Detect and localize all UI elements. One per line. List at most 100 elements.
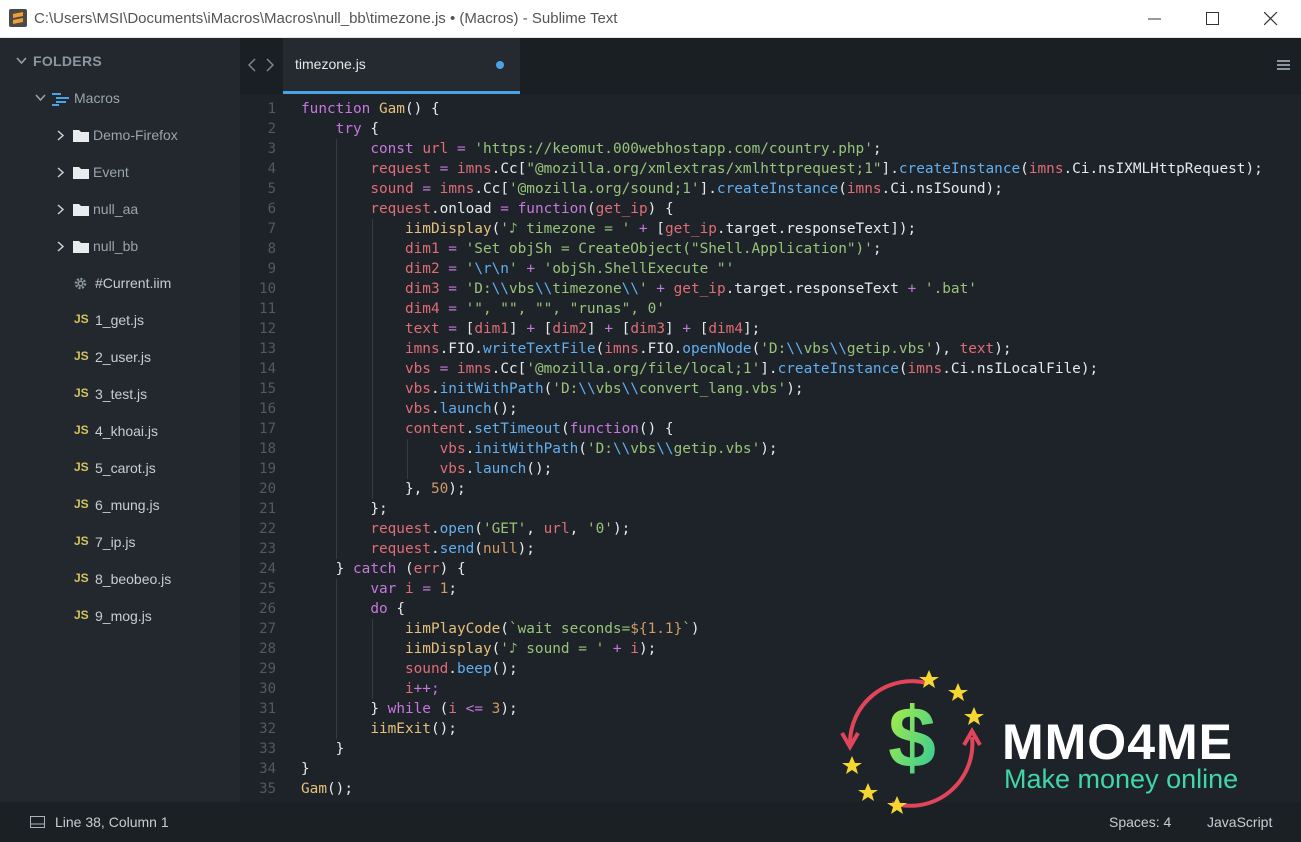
code-line[interactable]: request.onload = function(get_ip) { (301, 199, 673, 219)
indent-guide (335, 339, 337, 359)
panel-toggle-icon[interactable] (30, 816, 46, 828)
indent-guide (335, 679, 337, 699)
code-line[interactable]: text = [dim1] + [dim2] + [dim3] + [dim4]… (301, 319, 760, 339)
code-line[interactable]: iimExit(); (301, 719, 457, 739)
code-line[interactable]: imns.FIO.writeTextFile(imns.FIO.openNode… (301, 339, 1012, 359)
code-line[interactable]: sound.beep(); (301, 659, 518, 679)
sidebar-file-3-test[interactable]: JS 3_test.js (0, 376, 240, 413)
code-line[interactable]: dim4 = '", "", "", "runas", 0' (301, 299, 665, 319)
indent-guide (335, 699, 337, 719)
indent-guide (371, 279, 373, 299)
code-line[interactable]: iimPlayCode(`wait seconds=${1.1}`) (301, 619, 700, 639)
syntax-selector[interactable]: JavaScript (1207, 814, 1272, 830)
sidebar-folder-demo-firefox[interactable]: Demo-Firefox (0, 117, 240, 154)
sidebar-item-label: 2_user.js (95, 349, 152, 365)
code-line[interactable]: dim1 = 'Set objSh = CreateObject("Shell.… (301, 239, 882, 259)
js-file-icon: JS (74, 608, 89, 622)
sidebar-item-label: null_bb (93, 238, 139, 254)
sidebar-item-label: Event (93, 164, 129, 180)
chevron-left-icon[interactable] (247, 58, 256, 72)
sidebar-folder-null-bb[interactable]: null_bb (0, 228, 240, 265)
tab-timezone-js[interactable]: timezone.js (283, 38, 520, 94)
indent-guide (371, 219, 373, 239)
sidebar-file-9-mog[interactable]: JS 9_mog.js (0, 598, 240, 635)
sidebar-folder-null-aa[interactable]: null_aa (0, 191, 240, 228)
code-line[interactable]: Gam(); (301, 779, 353, 799)
line-number: 29 (259, 661, 276, 677)
code-line[interactable]: vbs.launch(); (301, 459, 553, 479)
code-line[interactable]: content.setTimeout(function() { (301, 419, 674, 439)
line-number: 20 (259, 481, 276, 497)
code-line[interactable]: request.open('GET', url, '0'); (301, 519, 630, 539)
maximize-button[interactable] (1184, 0, 1242, 38)
indent-guide (371, 459, 373, 479)
code-line[interactable]: request = imns.Cc["@mozilla.org/xmlextra… (301, 159, 1262, 179)
code-line[interactable]: }; (301, 499, 387, 519)
close-button[interactable] (1242, 0, 1300, 38)
line-number: 4 (267, 161, 276, 177)
sidebar-file-current-iim[interactable]: #Current.iim (0, 265, 240, 302)
code-line[interactable]: dim3 = 'D:\\vbs\\timezone\\' + get_ip.ta… (301, 279, 977, 299)
line-number: 22 (259, 521, 276, 537)
code-line[interactable]: var i = 1; (301, 579, 457, 599)
close-icon (1264, 12, 1278, 26)
code-line[interactable]: } (301, 759, 310, 779)
line-number: 34 (259, 761, 276, 777)
indent-guide (335, 259, 337, 279)
code-line[interactable]: dim2 = '\r\n' + 'objSh.ShellExecute "' (301, 259, 734, 279)
indent-guide (407, 459, 409, 479)
folder-icon (73, 130, 89, 142)
indent-guide (371, 479, 373, 499)
sidebar-item-label: null_aa (93, 201, 139, 217)
code-line[interactable]: } catch (err) { (301, 559, 466, 579)
hamburger-menu-icon[interactable] (1277, 58, 1291, 72)
indent-guide (335, 239, 337, 259)
code-line[interactable]: vbs.initWithPath('D:\\vbs\\convert_lang.… (301, 379, 804, 399)
code-line[interactable]: vbs = imns.Cc['@mozilla.org/file/local;1… (301, 359, 1098, 379)
code-line[interactable]: sound = imns.Cc['@mozilla.org/sound;1'].… (301, 179, 1003, 199)
gear-icon (74, 277, 87, 290)
code-line[interactable]: iimDisplay('♪ sound = ' + i); (301, 639, 656, 659)
line-number: 6 (267, 201, 276, 217)
sidebar-file-8-beobeo[interactable]: JS 8_beobeo.js (0, 561, 240, 598)
project-folder-icon (52, 93, 69, 106)
sidebar-file-2-user[interactable]: JS 2_user.js (0, 339, 240, 376)
code-line[interactable]: iimDisplay('♪ timezone = ' + [get_ip.tar… (301, 219, 916, 239)
code-line[interactable]: i++; (301, 679, 440, 699)
code-line[interactable]: const url = 'https://keomut.000webhostap… (301, 139, 881, 159)
sidebar-file-4-khoai[interactable]: JS 4_khoai.js (0, 413, 240, 450)
indent-guide (335, 439, 337, 459)
code-line[interactable]: try { (301, 119, 379, 139)
sidebar-file-1-get[interactable]: JS 1_get.js (0, 302, 240, 339)
sidebar-file-6-mung[interactable]: JS 6_mung.js (0, 487, 240, 524)
sidebar-item-label: Demo-Firefox (93, 127, 178, 143)
line-number: 25 (259, 581, 276, 597)
chevron-down-icon (35, 94, 46, 102)
code-line[interactable]: } while (i <= 3); (301, 699, 517, 719)
folder-icon (73, 204, 89, 216)
indent-guide (371, 259, 373, 279)
chevron-right-icon[interactable] (266, 58, 275, 72)
unsaved-dot-icon[interactable] (496, 61, 504, 69)
sidebar-item-macros-root[interactable]: Macros (0, 80, 240, 117)
sidebar-folder-event[interactable]: Event (0, 154, 240, 191)
sidebar-file-5-carot[interactable]: JS 5_carot.js (0, 450, 240, 487)
code-line[interactable]: do { (301, 599, 405, 619)
minimize-button[interactable] (1126, 0, 1184, 38)
line-number: 18 (259, 441, 276, 457)
code-line[interactable]: vbs.launch(); (301, 399, 518, 419)
js-file-icon: JS (74, 423, 89, 437)
folders-header[interactable]: FOLDERS (0, 43, 240, 80)
code-line[interactable]: function Gam() { (301, 99, 440, 119)
line-number: 33 (259, 741, 276, 757)
chevron-right-icon (57, 241, 64, 252)
indentation-setting[interactable]: Spaces: 4 (1109, 814, 1171, 830)
indent-guide (335, 519, 337, 539)
sidebar-file-7-ip[interactable]: JS 7_ip.js (0, 524, 240, 561)
cursor-position[interactable]: Line 38, Column 1 (55, 814, 169, 830)
code-line[interactable]: } (301, 739, 345, 759)
maximize-icon (1206, 12, 1219, 25)
code-line[interactable]: }, 50); (301, 479, 466, 499)
tab-bar: timezone.js (240, 38, 1301, 94)
chevron-right-icon (57, 130, 64, 141)
